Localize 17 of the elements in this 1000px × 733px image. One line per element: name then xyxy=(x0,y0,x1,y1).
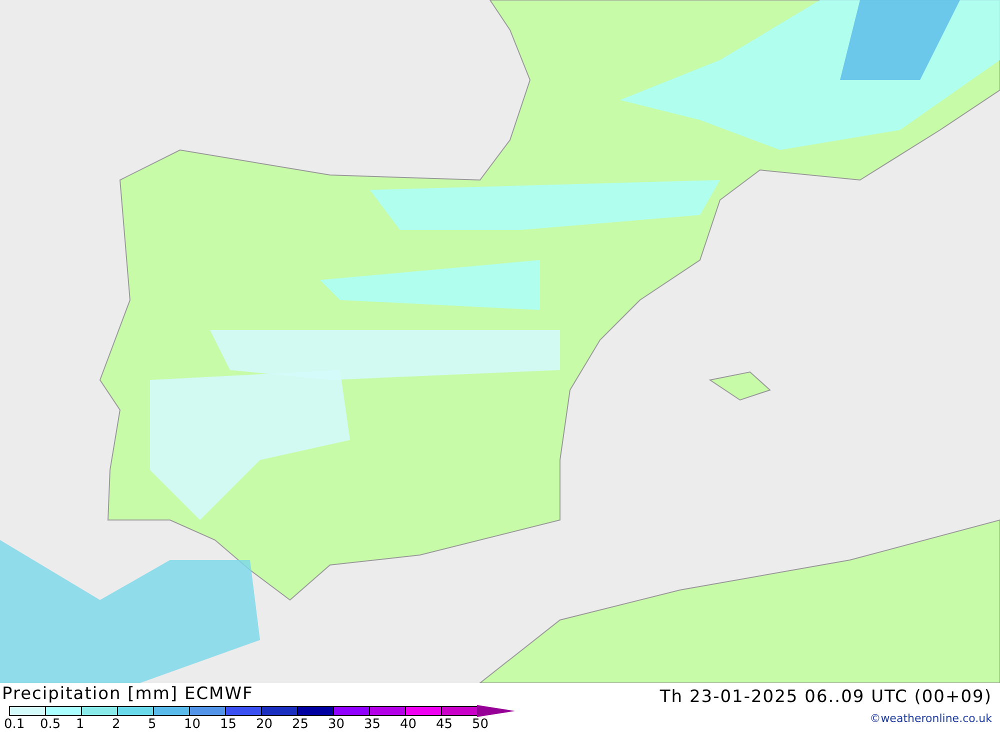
legend-label: 15 xyxy=(220,717,238,733)
legend-label: 50 xyxy=(472,717,490,733)
legend-label: 2 xyxy=(112,717,122,733)
legend-label: 40 xyxy=(400,717,418,733)
legend-label: 45 xyxy=(436,717,454,733)
legend-label: 5 xyxy=(148,717,158,733)
legend-label: 1 xyxy=(76,717,86,733)
legend-label: 25 xyxy=(292,717,310,733)
legend-label: 20 xyxy=(256,717,274,733)
credit-link[interactable]: ©weatheronline.co.uk xyxy=(870,711,992,727)
legend-label: 0.5 xyxy=(40,717,62,733)
legend-label: 30 xyxy=(328,717,346,733)
map-title: Precipitation [mm] ECMWF xyxy=(1,683,254,705)
legend-label: 10 xyxy=(184,717,202,733)
legend-label: 35 xyxy=(364,717,382,733)
legend-label: 0.1 xyxy=(4,717,26,733)
valid-time: Th 23-01-2025 06..09 UTC (00+09) xyxy=(660,686,992,709)
